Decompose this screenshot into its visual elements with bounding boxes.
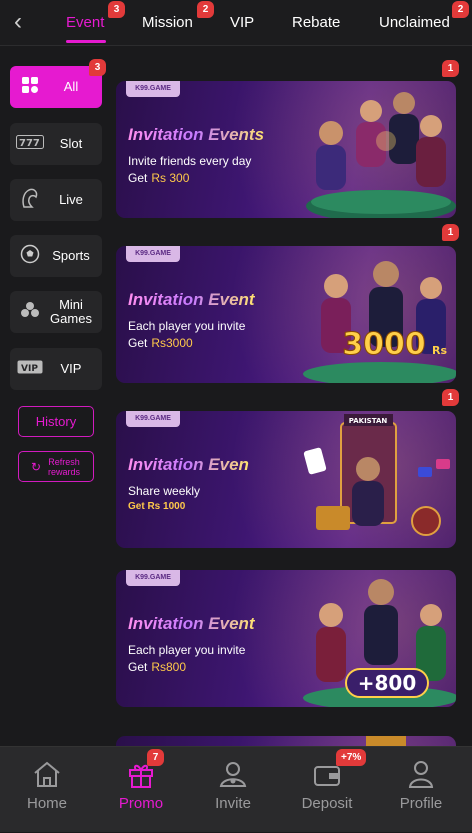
slot-777-icon: 777 <box>14 134 46 154</box>
profile-icon <box>408 761 434 788</box>
home-icon <box>34 761 60 787</box>
sidebar-all-badge: 3 <box>89 59 106 76</box>
history-button[interactable]: History <box>18 406 94 437</box>
sidebar-item-label: All <box>63 79 79 94</box>
promo-subtitle: Share weekly <box>128 484 201 498</box>
promo-title: Invitation Event <box>128 614 255 633</box>
soccer-ball-icon <box>14 244 46 269</box>
clubs-icon <box>14 300 46 325</box>
nav-label: Deposit <box>301 795 353 812</box>
nav-label: Promo <box>118 795 164 812</box>
promo-artwork: PAKISTAN <box>303 414 450 536</box>
brand-tag: K99.GAME <box>126 246 180 262</box>
promo-artwork <box>366 736 406 746</box>
nav-label: Profile <box>399 795 443 812</box>
sidebar-item-vip[interactable]: VIP VIP <box>10 348 102 390</box>
promo-badge: 1 <box>442 224 459 241</box>
tab-vip[interactable]: VIP <box>230 14 254 31</box>
promo-card[interactable]: K99.GAME Invitation Event Each player yo… <box>116 570 456 707</box>
invite-icon <box>219 762 247 787</box>
sidebar-item-label: VIP <box>60 361 82 376</box>
refresh-rewards-button[interactable]: ↻ Refresh rewards <box>18 451 94 482</box>
dealer-icon <box>14 187 46 214</box>
tab-rebate[interactable]: Rebate <box>292 14 340 31</box>
sidebar-item-slot[interactable]: 777 Slot <box>10 123 102 165</box>
promo-reward: Get Rs 1000 <box>128 501 186 512</box>
sidebar-item-label: Live <box>59 192 83 207</box>
promo-subtitle: Invite friends every day <box>128 154 252 168</box>
promo-title: Invitation Events <box>128 125 265 144</box>
sidebar-item-label: Sports <box>52 248 90 263</box>
sidebar-item-sports[interactable]: Sports <box>10 235 102 277</box>
art-sign: PAKISTAN <box>349 417 388 425</box>
sidebar-item-label: Mini Games <box>50 297 92 326</box>
promo-card[interactable]: K99.GAME Invitation Event Each player yo… <box>116 246 456 383</box>
brand-tag: K99.GAME <box>126 570 180 586</box>
nav-label: Home <box>26 795 67 812</box>
promo-card[interactable]: K99.GAME Invitation Even Share weekly Ge… <box>116 411 456 548</box>
tab-mission[interactable]: Mission <box>142 14 193 31</box>
vip-icon: VIP <box>14 359 46 379</box>
brand-tag: K99.GAME <box>126 81 180 97</box>
bottom-navigation: Home Promo 7 Invite Deposit +7% Profile <box>0 746 472 832</box>
promo-subtitle: Each player you invite <box>128 643 246 657</box>
promo-title: Invitation Even <box>128 455 249 474</box>
tab-event[interactable]: Event <box>66 14 104 31</box>
nav-profile[interactable]: Profile <box>374 747 468 833</box>
category-sidebar: All 3 777 Slot Live Sports Mini Games VI… <box>0 56 112 746</box>
art-unit: Rs <box>432 344 447 357</box>
promo-reward: Get Rs800 <box>128 660 187 674</box>
tab-unclaimed[interactable]: Unclaimed <box>379 14 450 31</box>
brand-tag: K99.GAME <box>126 411 180 427</box>
grid-icon <box>14 76 46 99</box>
sidebar-item-live[interactable]: Live <box>10 179 102 221</box>
sidebar-item-mini-games[interactable]: Mini Games <box>10 291 102 333</box>
art-amount: 3000 <box>342 327 426 362</box>
refresh-rewards-label: Refresh rewards <box>48 456 81 477</box>
promo-artwork: 3000 Rs <box>303 261 456 383</box>
back-arrow-icon[interactable]: ‹ <box>8 10 28 35</box>
promo-title: Invitation Event <box>128 290 255 309</box>
tab-mission-badge: 2 <box>197 1 214 18</box>
promo-card[interactable]: K99.GAME Invitation Events Invite friend… <box>116 81 456 218</box>
top-tab-bar: ‹ Event 3 Mission 2 VIP Rebate Unclaimed… <box>0 0 472 46</box>
promo-badge: 1 <box>442 60 459 77</box>
tab-unclaimed-badge: 2 <box>452 1 469 18</box>
nav-deposit-badge: +7% <box>336 749 367 766</box>
promo-artwork <box>306 92 456 218</box>
tab-event-badge: 3 <box>108 1 125 18</box>
promo-subtitle: Each player you invite <box>128 319 246 333</box>
active-tab-indicator <box>66 40 106 43</box>
promo-artwork: +800 <box>303 579 456 707</box>
svg-text:VIP: VIP <box>21 364 38 374</box>
nav-invite[interactable]: Invite <box>186 747 280 833</box>
sidebar-item-label: Slot <box>59 136 83 151</box>
promotion-list[interactable]: K99.GAME Invitation Events Invite friend… <box>112 56 472 746</box>
refresh-icon: ↻ <box>30 459 42 474</box>
nav-promo-badge: 7 <box>147 749 164 766</box>
promo-card[interactable] <box>116 736 456 746</box>
art-amount: +800 <box>358 671 417 695</box>
nav-home[interactable]: Home <box>0 747 94 833</box>
promo-reward: Get Rs3000 <box>128 336 193 350</box>
promo-badge: 1 <box>442 389 459 406</box>
nav-label: Invite <box>215 795 251 812</box>
nav-promo[interactable]: Promo <box>94 747 188 833</box>
promo-reward: Get Rs 300 <box>128 171 190 185</box>
svg-text:777: 777 <box>19 138 40 149</box>
